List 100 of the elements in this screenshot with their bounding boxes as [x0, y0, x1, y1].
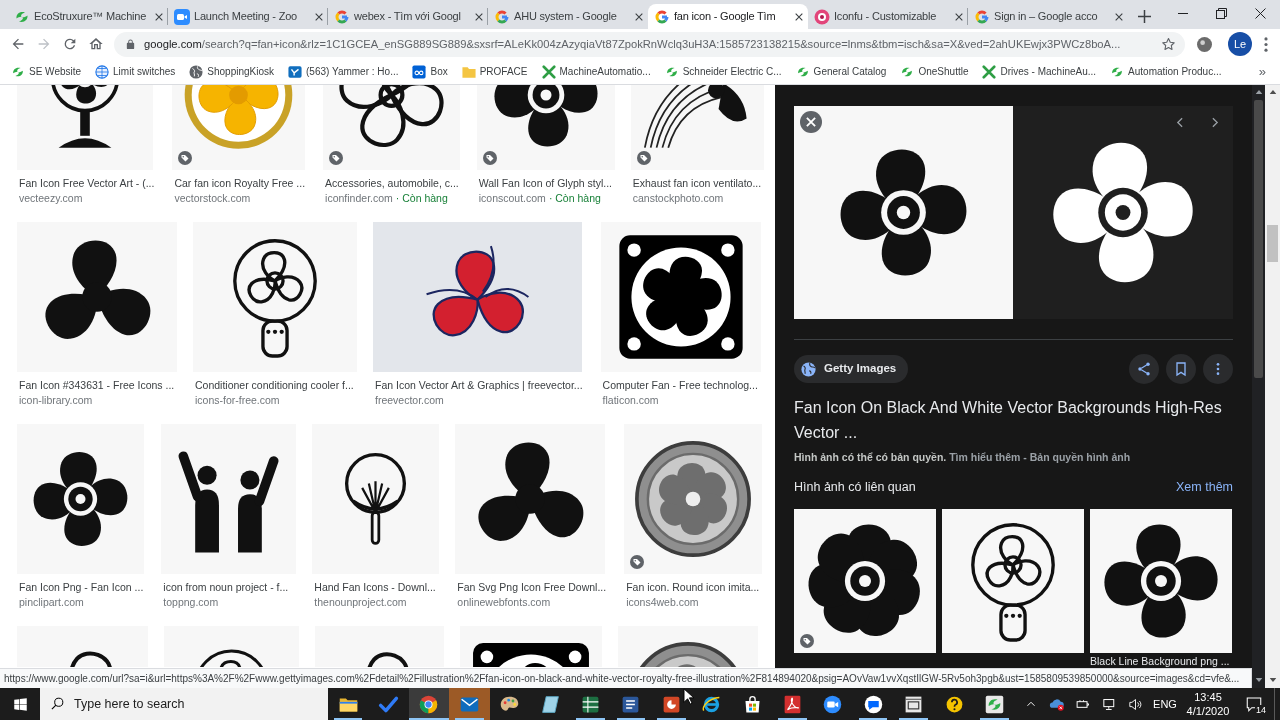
- result-title[interactable]: Fan Icon Vector Art & Graphics | freevector...: [375, 378, 583, 392]
- hand-fan-image[interactable]: [312, 424, 440, 574]
- close-icon[interactable]: [1114, 11, 1124, 22]
- fan-image[interactable]: [17, 626, 148, 667]
- image-rights-link[interactable]: Bản quyền hình ảnh: [1029, 451, 1131, 463]
- clock-time[interactable]: 13:45: [1194, 690, 1222, 704]
- profile-button[interactable]: Le: [1228, 32, 1252, 56]
- fan-image[interactable]: [630, 85, 764, 170]
- minimize-icon[interactable]: [1177, 12, 1188, 14]
- tab[interactable]: webex - Tìm với Googl: [328, 4, 488, 29]
- menu-icon[interactable]: [1264, 36, 1268, 52]
- search-field[interactable]: Type here to search: [40, 688, 328, 720]
- fan-image[interactable]: [455, 424, 606, 574]
- result-title[interactable]: Exhaust fan icon ventilato...: [632, 176, 762, 190]
- fan-image[interactable]: [1090, 509, 1232, 653]
- result-title[interactable]: Fan Icon #343631 - Free Icons ...: [19, 378, 175, 392]
- close-icon[interactable]: [794, 11, 804, 22]
- g-logo-icon: [654, 8, 670, 25]
- fan-image[interactable]: [164, 626, 299, 667]
- result-title[interactable]: Computer Fan - Free technolog...: [602, 378, 758, 392]
- reload-icon[interactable]: [62, 36, 78, 52]
- fan-image[interactable]: [794, 509, 936, 653]
- address-field[interactable]: google.com/search?q=fan+icon&rlz=1C1GCEA_enSG889SG889&sxsrf=ALeKk004zAzyqiaVt87ZpokRnWclq3uH3A:1585723138215&source=lnms&tbm=isch&sa=X&ved=2ahUKEwjx3PWCz8boA...: [114, 31, 1185, 57]
- result-title[interactable]: Car fan icon Royalty Free ...: [174, 176, 306, 190]
- result-title[interactable]: Conditioner conditioning cooler f...: [195, 378, 354, 392]
- fan-image[interactable]: [315, 626, 444, 667]
- lock-icon[interactable]: [125, 38, 136, 50]
- figures-image[interactable]: [161, 424, 297, 574]
- fan-image[interactable]: [17, 85, 153, 170]
- fan-image[interactable]: [323, 85, 461, 170]
- close-icon[interactable]: [954, 11, 964, 22]
- tile-logo-icon: [288, 64, 303, 79]
- square-logo-icon: [412, 64, 427, 79]
- result-source: pinclipart.com: [19, 595, 84, 610]
- source-link[interactable]: Getty Images: [794, 355, 909, 383]
- start-icon[interactable]: [12, 696, 28, 712]
- bookmark-link[interactable]: MachineAutomatio...: [541, 64, 651, 79]
- learn-more-link[interactable]: Tìm hiểu thêm: [949, 451, 1021, 463]
- bookmark-icon: [1173, 361, 1189, 377]
- bookmark-link[interactable]: Limit switches: [95, 64, 176, 79]
- close-icon[interactable]: [154, 11, 164, 22]
- save-button[interactable]: [1166, 354, 1196, 384]
- taskbar-button[interactable]: [408, 688, 450, 720]
- fan-image[interactable]: [476, 85, 615, 170]
- bookmark-link[interactable]: Drives - MachineAu...: [982, 64, 1097, 79]
- bookmark-link[interactable]: Automation Produc...: [1110, 64, 1222, 79]
- arrow-left-icon[interactable]: [10, 36, 26, 52]
- fan-image[interactable]: [17, 424, 144, 574]
- ball-icon[interactable]: [1197, 36, 1212, 52]
- restore-icon[interactable]: [1216, 7, 1227, 19]
- tab[interactable]: EcoStruxure™ Machine: [8, 4, 168, 29]
- fan-image[interactable]: [942, 509, 1084, 653]
- tab[interactable]: Launch Meeting - Zoo: [168, 4, 328, 29]
- bookmark-link[interactable]: ShoppingKiosk: [189, 64, 275, 79]
- bookmark-link[interactable]: OneShuttle: [900, 64, 969, 79]
- fan-image[interactable]: [373, 222, 582, 372]
- home-icon[interactable]: [88, 36, 104, 52]
- see-more-link[interactable]: Xem thêm: [1176, 477, 1233, 497]
- result-title[interactable]: Hand Fan Icons - Downl...: [314, 580, 436, 594]
- close-icon[interactable]: [634, 11, 644, 22]
- fan-image[interactable]: [600, 222, 761, 372]
- result-title[interactable]: Wall Fan Icon of Glyph styl...: [478, 176, 612, 190]
- star-icon[interactable]: [1161, 36, 1176, 52]
- clock-date[interactable]: 4/1/2020: [1186, 704, 1230, 718]
- bookmark-link[interactable]: SE Website: [11, 64, 82, 79]
- result-title[interactable]: Fan Icon Free Vector Art - (...: [19, 176, 155, 190]
- fan-image[interactable]: [794, 106, 1013, 319]
- tab[interactable]: AHU system - Google: [488, 4, 648, 29]
- result-title[interactable]: Fan icon. Round icon imita...: [626, 580, 760, 594]
- bookmark-link[interactable]: General Catalog: [795, 64, 887, 79]
- fan-image[interactable]: [17, 222, 177, 372]
- language-indicator[interactable]: ENG: [1148, 695, 1182, 713]
- fan-image[interactable]: [618, 626, 758, 667]
- tab[interactable]: Iconfu - Customizable: [808, 4, 968, 29]
- folder-icon: [461, 64, 476, 79]
- scrollbar-thumb[interactable]: [1254, 100, 1263, 378]
- fan-image[interactable]: [624, 424, 763, 574]
- bookmark-link[interactable]: PROFACE: [461, 64, 528, 79]
- more-bookmarks-button[interactable]: »: [1258, 64, 1266, 79]
- share-button[interactable]: [1129, 354, 1159, 384]
- fan-image[interactable]: [1013, 106, 1233, 319]
- result-title[interactable]: Fan Svg Png Icon Free Downl...: [457, 580, 607, 594]
- close-icon[interactable]: [800, 111, 822, 133]
- scrollbar-thumb[interactable]: [1267, 225, 1278, 262]
- fan-image[interactable]: [193, 222, 357, 372]
- tab[interactable]: Sign in – Google acco: [968, 4, 1128, 29]
- fan-image[interactable]: [460, 626, 602, 667]
- plus-icon[interactable]: [1138, 10, 1151, 23]
- bookmark-link[interactable]: (563) Yammer : Ho...: [288, 64, 399, 79]
- tab[interactable]: fan icon - Google Tìm: [648, 4, 808, 29]
- result-title-link[interactable]: Fan Icon On Black And White Vector Backgrounds High-Res Vector ...: [794, 395, 1233, 445]
- related-title[interactable]: Black Line Background png ...: [1090, 655, 1230, 668]
- close-icon[interactable]: [1255, 7, 1266, 19]
- result-title[interactable]: Fan Icon Png - Fan Icon ...: [19, 580, 144, 594]
- close-icon[interactable]: [314, 11, 324, 22]
- bookmark-link[interactable]: Box: [412, 64, 448, 79]
- result-title[interactable]: icon from noun project - f...: [163, 580, 289, 594]
- close-icon[interactable]: [474, 11, 484, 22]
- result-title[interactable]: Accessories, automobile, c...: [325, 176, 459, 190]
- bookmark-link[interactable]: Schneider Electric C...: [664, 64, 782, 79]
